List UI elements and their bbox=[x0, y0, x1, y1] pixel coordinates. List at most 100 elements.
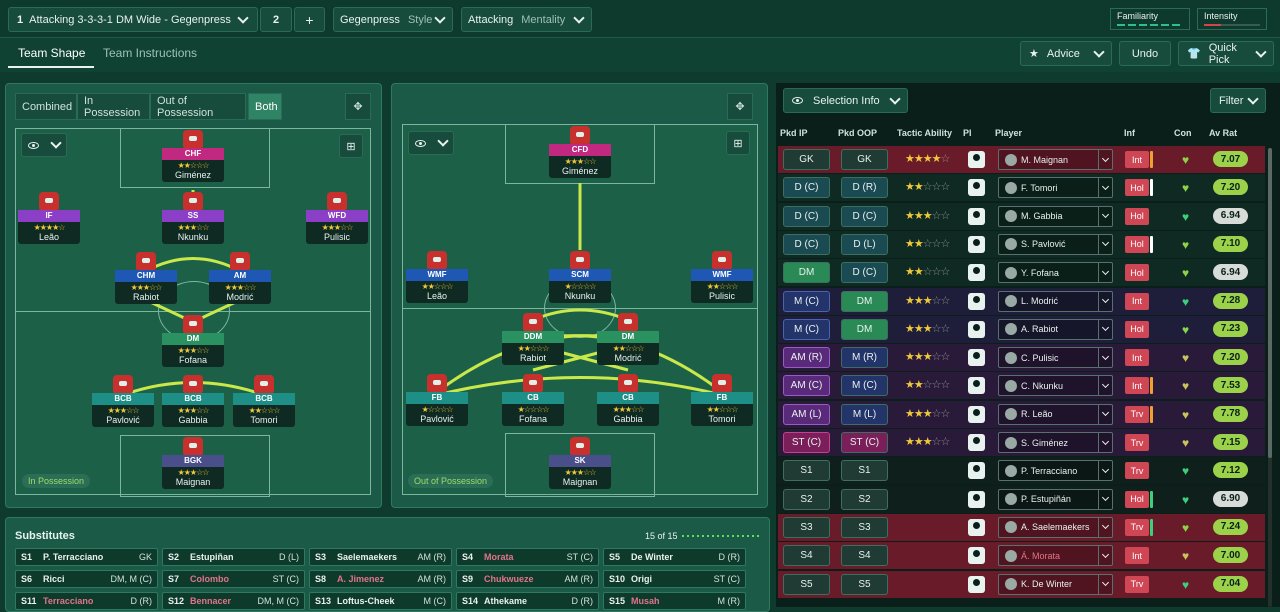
player-select[interactable]: M. Maignan bbox=[998, 149, 1113, 170]
pitch-player[interactable]: FB ★★☆☆☆ Tomori bbox=[691, 374, 753, 426]
player-dropdown[interactable] bbox=[1098, 234, 1112, 254]
player-dropdown[interactable] bbox=[1098, 348, 1112, 368]
pkd-oop-position[interactable]: D (L) bbox=[841, 233, 888, 255]
player-instructions-icon[interactable] bbox=[968, 264, 985, 282]
pkd-ip-position[interactable]: GK bbox=[783, 149, 830, 170]
player-select[interactable]: R. Leão bbox=[998, 403, 1113, 425]
table-row[interactable]: AM (L) M (L) ★★★☆☆ R. Leão Trv ♥ 7.78 bbox=[778, 400, 1265, 428]
pkd-ip-position[interactable]: S5 bbox=[783, 573, 830, 595]
quick-pick-button[interactable]: 👕 Quick Pick bbox=[1178, 41, 1274, 66]
player-instructions-icon[interactable] bbox=[968, 320, 985, 338]
influence-badge[interactable]: Hol bbox=[1125, 207, 1149, 225]
influence-badge[interactable]: Trv bbox=[1125, 405, 1149, 423]
pkd-ip-position[interactable]: D (C) bbox=[783, 177, 830, 199]
pkd-oop-position[interactable]: M (L) bbox=[841, 403, 888, 425]
pkd-ip-position[interactable]: AM (C) bbox=[783, 375, 830, 397]
influence-badge[interactable]: Trv bbox=[1125, 462, 1149, 480]
pitch-player[interactable]: CB ★★★☆☆ Gabbia bbox=[597, 374, 659, 426]
table-row[interactable]: M (C) DM ★★★☆☆ A. Rabiot Hol ♥ 7.23 bbox=[778, 315, 1265, 343]
header-tactic-ability[interactable]: Tactic Ability bbox=[897, 128, 952, 138]
pitch-player[interactable]: DM ★★☆☆☆ Modrić bbox=[597, 313, 659, 365]
pitch-player[interactable]: FB ★☆☆☆☆ Pavlović bbox=[406, 374, 468, 426]
player-instructions-icon[interactable] bbox=[968, 377, 985, 395]
header-av-rat[interactable]: Av Rat bbox=[1209, 128, 1237, 138]
pkd-ip-position[interactable]: S1 bbox=[783, 460, 830, 482]
pkd-ip-position[interactable]: D (C) bbox=[783, 205, 830, 227]
intensity-meter[interactable]: Intensity bbox=[1197, 8, 1267, 30]
pitch-player[interactable]: DDM ★★☆☆☆ Rabiot bbox=[502, 313, 564, 365]
header-pkd-ip[interactable]: Pkd IP bbox=[780, 128, 808, 138]
substitute-slot[interactable]: S5 De Winter D (R) bbox=[603, 548, 746, 566]
player-select[interactable]: A. Saelemaekers bbox=[998, 516, 1113, 538]
player-select[interactable]: Á. Morata bbox=[998, 545, 1113, 567]
substitute-slot[interactable]: S8 A. Jimenez AM (R) bbox=[309, 570, 452, 588]
table-row[interactable]: M (C) DM ★★★☆☆ L. Modrić Int ♥ 7.28 bbox=[778, 287, 1265, 315]
pkd-oop-position[interactable]: S1 bbox=[841, 460, 888, 482]
header-pi[interactable]: PI bbox=[963, 128, 972, 138]
influence-badge[interactable]: Int bbox=[1125, 377, 1149, 395]
substitute-slot[interactable]: S6 Ricci DM, M (C) bbox=[15, 570, 158, 588]
table-row[interactable]: GK GK ★★★★☆ M. Maignan Int ♥ 7.07 bbox=[778, 146, 1265, 173]
substitute-slot[interactable]: S11 Terracciano D (R) bbox=[15, 592, 158, 610]
player-select[interactable]: P. Terracciano bbox=[998, 460, 1113, 482]
substitute-slot[interactable]: S3 Saelemaekers AM (R) bbox=[309, 548, 452, 566]
player-select[interactable]: S. Giménez bbox=[998, 432, 1113, 453]
player-select[interactable]: F. Tomori bbox=[998, 177, 1113, 199]
table-row[interactable]: AM (R) M (R) ★★★☆☆ C. Pulisic Int ♥ 7.20 bbox=[778, 344, 1265, 372]
player-select[interactable]: P. Estupiñán bbox=[998, 488, 1113, 510]
influence-badge[interactable]: Hol bbox=[1125, 320, 1149, 338]
player-dropdown[interactable] bbox=[1098, 291, 1112, 311]
influence-badge[interactable]: Trv bbox=[1125, 434, 1149, 451]
pkd-ip-position[interactable]: M (C) bbox=[783, 318, 830, 340]
header-con[interactable]: Con bbox=[1174, 128, 1192, 138]
advice-button[interactable]: ★ Advice bbox=[1020, 41, 1112, 66]
player-dropdown[interactable] bbox=[1098, 461, 1112, 481]
player-select[interactable]: L. Modrić bbox=[998, 290, 1113, 312]
pkd-oop-position[interactable]: S3 bbox=[841, 516, 888, 538]
header-inf[interactable]: Inf bbox=[1124, 128, 1135, 138]
pitch-player[interactable]: SCM ★☆☆☆☆ Nkunku bbox=[549, 251, 611, 303]
pkd-oop-position[interactable]: M (R) bbox=[841, 347, 888, 369]
player-dropdown[interactable] bbox=[1098, 178, 1112, 198]
player-dropdown[interactable] bbox=[1098, 376, 1112, 396]
player-select[interactable]: C. Pulisic bbox=[998, 347, 1113, 369]
player-dropdown[interactable] bbox=[1098, 489, 1112, 509]
player-instructions-icon[interactable] bbox=[968, 518, 985, 536]
influence-badge[interactable]: Hol bbox=[1125, 490, 1149, 508]
familiarity-meter[interactable]: Familiarity bbox=[1110, 8, 1190, 30]
player-instructions-icon[interactable] bbox=[968, 207, 985, 225]
table-row[interactable]: S1 S1 P. Terracciano Trv ♥ 7.12 bbox=[778, 457, 1265, 485]
influence-badge[interactable]: Trv bbox=[1125, 518, 1149, 536]
pkd-oop-position[interactable]: S5 bbox=[841, 573, 888, 595]
pitch-player[interactable]: WMF ★★☆☆☆ Pulisic bbox=[691, 251, 753, 303]
pkd-ip-position[interactable]: S4 bbox=[783, 545, 830, 567]
pitch-player[interactable]: CFD ★★★☆☆ Giménez bbox=[549, 126, 611, 178]
pkd-oop-position[interactable]: GK bbox=[841, 149, 888, 170]
pkd-ip-position[interactable]: M (C) bbox=[783, 290, 830, 312]
pkd-ip-position[interactable]: D (C) bbox=[783, 233, 830, 255]
substitute-slot[interactable]: S12 Bennacer DM, M (C) bbox=[162, 592, 305, 610]
player-select[interactable]: M. Gabbia bbox=[998, 205, 1113, 227]
substitute-slot[interactable]: S2 Estupiñan D (L) bbox=[162, 548, 305, 566]
table-row[interactable]: S4 S4 Á. Morata Int ♥ 7.00 bbox=[778, 542, 1265, 570]
pkd-ip-position[interactable]: DM bbox=[783, 262, 830, 284]
table-row[interactable]: ST (C) ST (C) ★★★☆☆ S. Giménez Trv ♥ 7.15 bbox=[778, 429, 1265, 456]
player-select[interactable]: C. Nkunku bbox=[998, 375, 1113, 397]
header-player[interactable]: Player bbox=[995, 128, 1022, 138]
player-dropdown[interactable] bbox=[1098, 433, 1112, 452]
player-dropdown[interactable] bbox=[1098, 206, 1112, 226]
filter-button[interactable]: Filter bbox=[1210, 88, 1266, 113]
player-dropdown[interactable] bbox=[1098, 546, 1112, 566]
table-row[interactable]: D (C) D (L) ★★☆☆☆ S. Pavlović Hol ♥ 7.10 bbox=[778, 230, 1265, 258]
scrollbar-thumb[interactable] bbox=[1268, 148, 1272, 458]
player-instructions-icon[interactable] bbox=[968, 151, 985, 168]
player-dropdown[interactable] bbox=[1098, 319, 1112, 339]
pkd-oop-position[interactable]: D (C) bbox=[841, 205, 888, 227]
pkd-oop-position[interactable]: DM bbox=[841, 290, 888, 312]
player-instructions-icon[interactable] bbox=[968, 575, 985, 593]
influence-badge[interactable]: Int bbox=[1125, 349, 1149, 367]
player-dropdown[interactable] bbox=[1098, 263, 1112, 283]
substitute-slot[interactable]: S14 Athekame D (R) bbox=[456, 592, 599, 610]
player-dropdown[interactable] bbox=[1098, 574, 1112, 594]
pkd-oop-position[interactable]: DM bbox=[841, 318, 888, 340]
